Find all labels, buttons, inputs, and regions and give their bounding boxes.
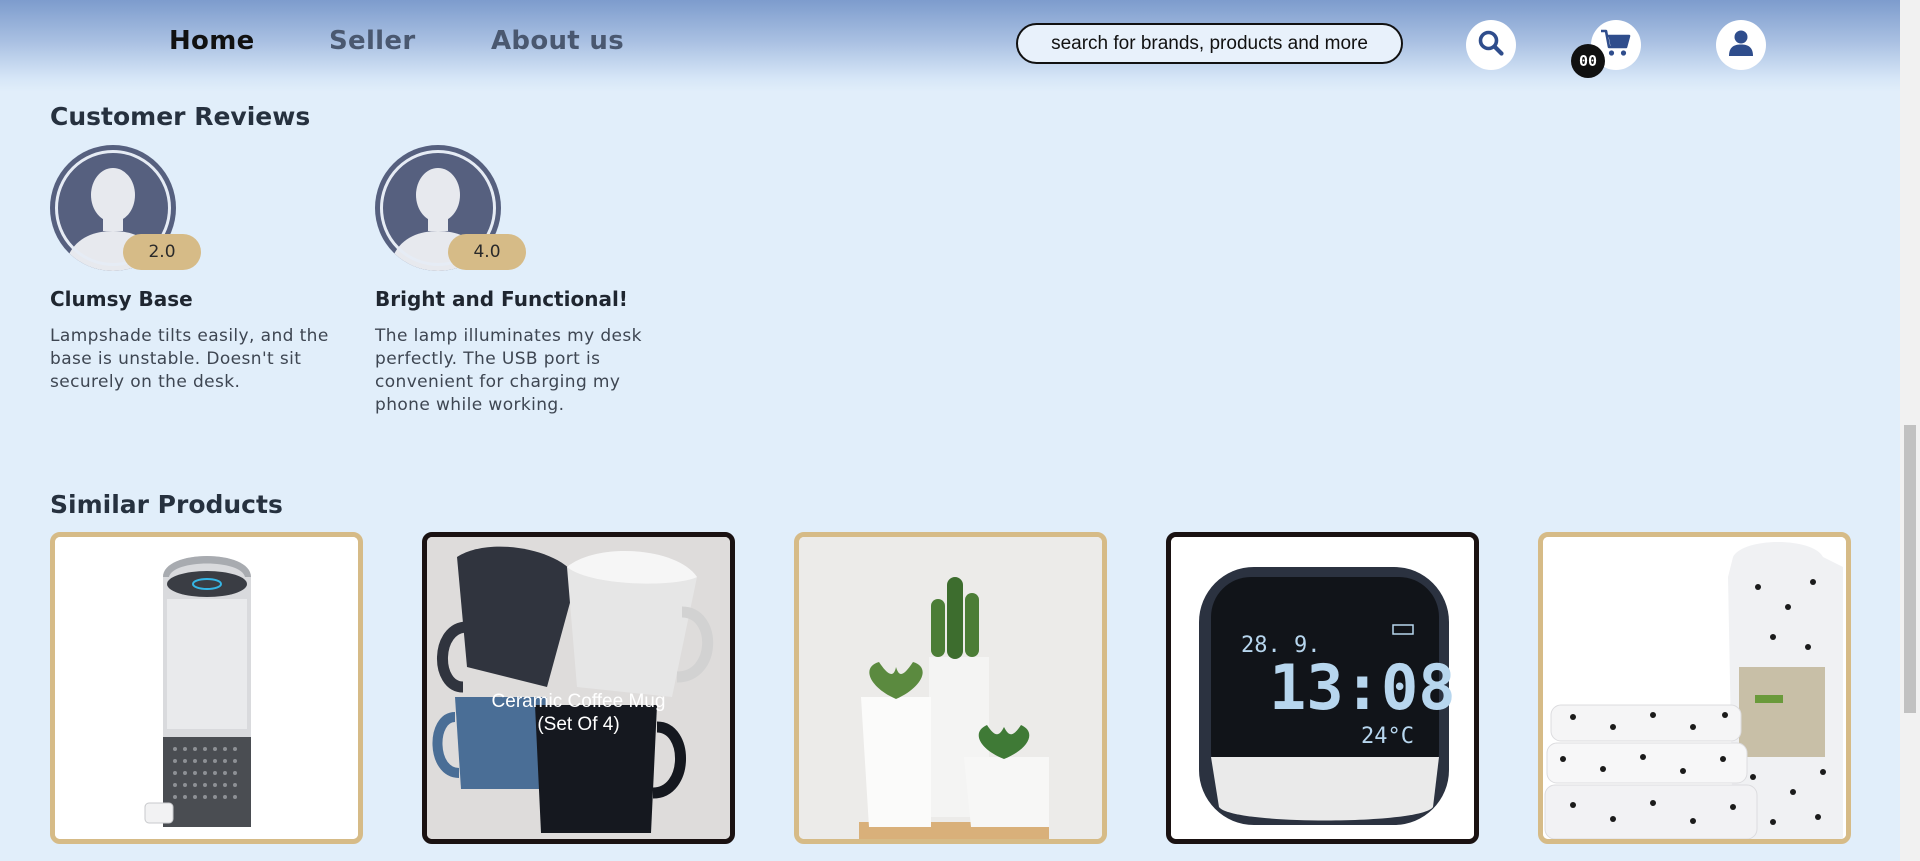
nav-about-link[interactable]: About us <box>491 26 624 56</box>
product-card-succulents[interactable] <box>794 532 1107 844</box>
product-card-air-purifier[interactable] <box>50 532 363 844</box>
review-card: 4.0 Bright and Functional! The lamp illu… <box>375 145 675 417</box>
nav-home-link[interactable]: Home <box>169 26 255 56</box>
search-input[interactable]: search for brands, products and more <box>1016 23 1403 64</box>
product-card-coffee-mugs[interactable]: Ceramic Coffee Mug (Set Of 4) <box>422 532 735 844</box>
reviews-heading: Customer Reviews <box>50 102 311 131</box>
product-card-bed-sheets[interactable] <box>1538 532 1851 844</box>
rating-badge: 2.0 <box>123 234 201 270</box>
cart-icon <box>1600 28 1632 62</box>
page-scrollbar[interactable] <box>1900 0 1920 861</box>
top-navbar: Home Seller About us search for brands, … <box>0 0 1900 92</box>
product-name-overlay: Ceramic Coffee Mug (Set Of 4) <box>491 691 666 735</box>
nav-seller-link[interactable]: Seller <box>329 26 415 56</box>
search-button[interactable] <box>1466 20 1516 70</box>
svg-text:13:08: 13:08 <box>1269 651 1456 724</box>
reviewer-avatar-wrapper: 2.0 <box>50 145 201 271</box>
alarm-clock-image: 28. 9. 13:08 24°C <box>1171 537 1474 839</box>
air-purifier-image <box>55 537 358 839</box>
rating-badge: 4.0 <box>448 234 526 270</box>
bed-sheets-image <box>1543 537 1846 839</box>
review-text: Lampshade tilts easily, and the base is … <box>50 326 329 392</box>
coffee-mugs-image <box>427 537 730 839</box>
svg-text:24°C: 24°C <box>1361 724 1414 749</box>
reviewer-avatar-wrapper: 4.0 <box>375 145 526 271</box>
review-text: The lamp illuminates my desk perfectly. … <box>375 326 642 415</box>
user-icon <box>1728 29 1754 61</box>
review-card: 2.0 Clumsy Base Lampshade tilts easily, … <box>50 145 340 394</box>
succulents-image <box>799 537 1102 839</box>
cart-count-badge: 00 <box>1571 44 1605 78</box>
product-card-alarm-clock[interactable]: 28. 9. 13:08 24°C <box>1166 532 1479 844</box>
search-icon <box>1477 29 1505 61</box>
review-title: Bright and Functional! <box>375 287 628 311</box>
account-button[interactable] <box>1716 20 1766 70</box>
similar-products-heading: Similar Products <box>50 490 283 519</box>
scrollbar-thumb[interactable] <box>1904 425 1916 713</box>
review-title: Clumsy Base <box>50 287 193 311</box>
